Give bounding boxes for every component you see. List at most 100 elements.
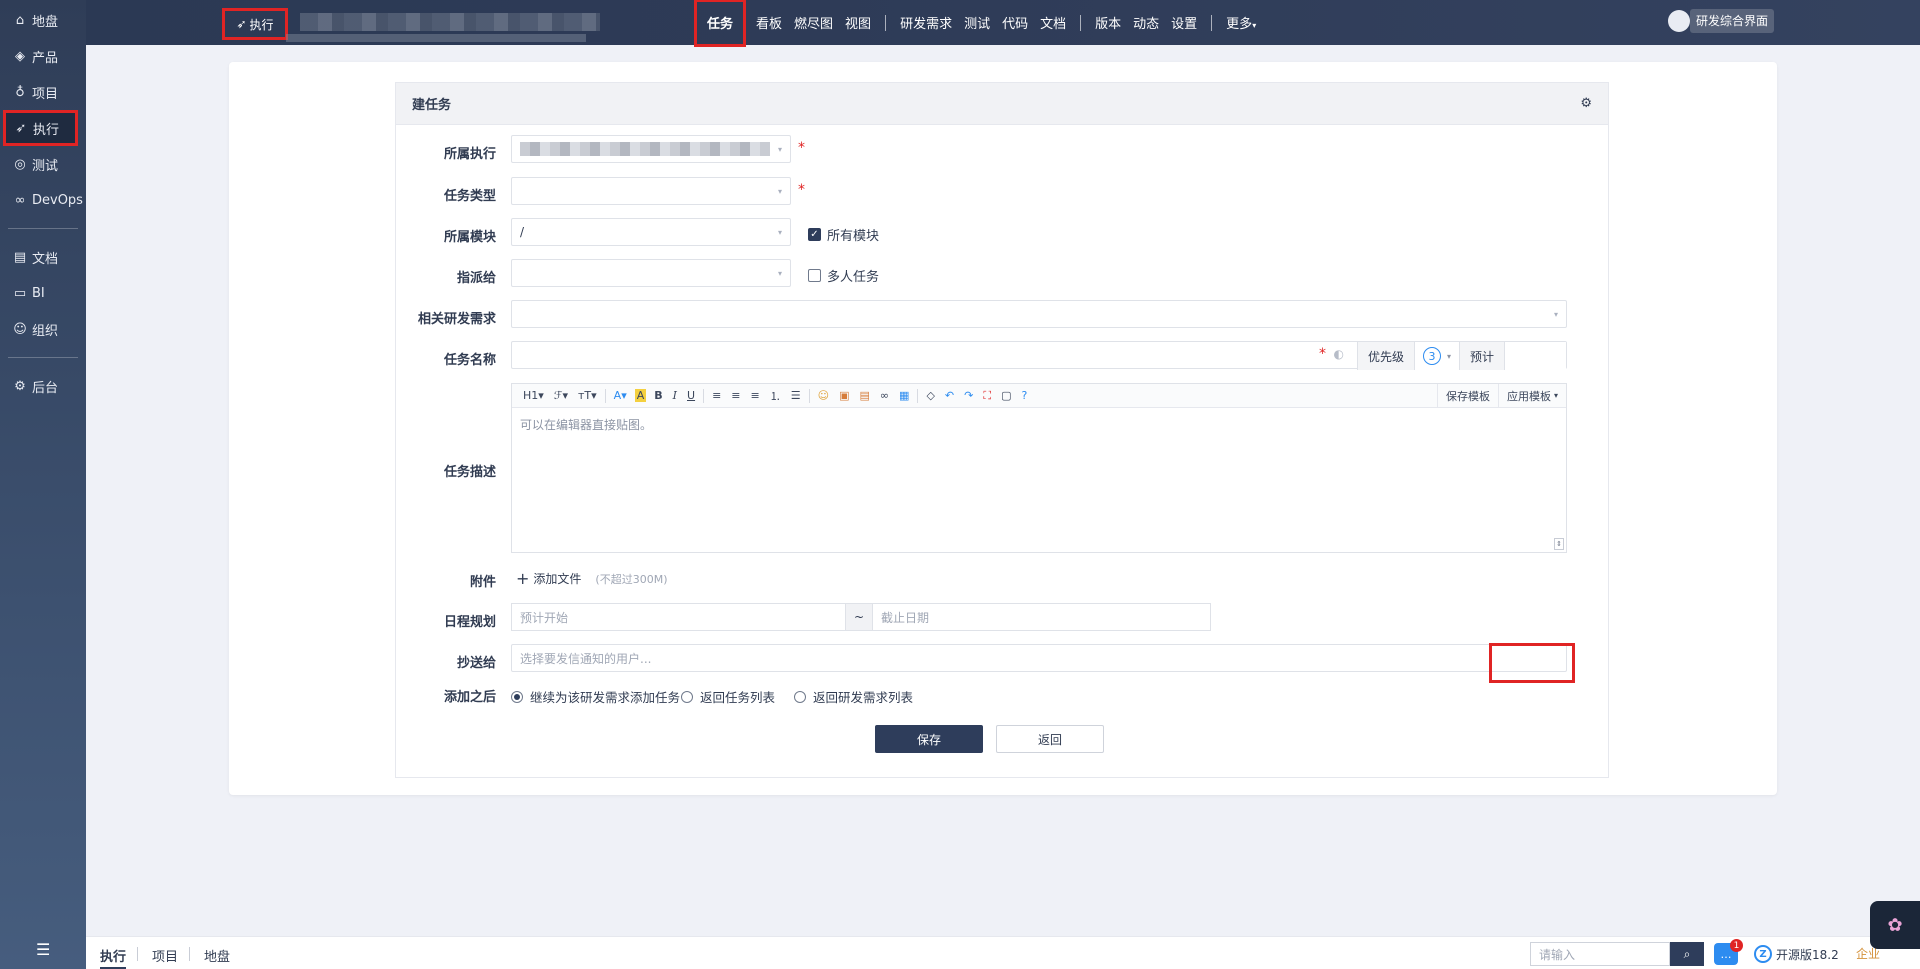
emoji-icon[interactable]: ☺ — [813, 389, 834, 402]
palette-icon[interactable]: ◐ — [1334, 347, 1344, 361]
font-size-button[interactable]: тT▾ — [573, 389, 602, 402]
version-info[interactable]: Z 开源版18.2 — [1754, 945, 1839, 963]
ordered-list-icon[interactable]: ⒈ — [765, 388, 786, 404]
underline-icon[interactable]: U — [682, 389, 700, 402]
footer-search-input[interactable]: 请输入 — [1530, 942, 1670, 966]
nav-build[interactable]: 版本 — [1089, 13, 1127, 32]
search-icon[interactable]: ⌕ — [1670, 942, 1704, 966]
product-icon: ◈ — [15, 48, 25, 64]
apply-template-button[interactable]: 应用模板 ▾ — [1497, 383, 1566, 408]
task-type-select[interactable]: ▾ — [511, 177, 791, 205]
save-template-button[interactable]: 保存模板 — [1436, 383, 1498, 408]
table-icon[interactable]: ▦ — [894, 389, 914, 402]
save-button[interactable]: 保存 — [875, 725, 983, 753]
bold-icon[interactable]: B — [649, 389, 667, 402]
estimate-input[interactable] — [1504, 342, 1566, 370]
nav-task[interactable]: 任务 — [694, 0, 747, 47]
align-center-icon[interactable]: ≡ — [726, 389, 745, 402]
after-option-continue[interactable]: 继续为该研发需求添加任务 — [511, 687, 680, 706]
after-option-task-list[interactable]: 返回任务列表 — [681, 687, 775, 706]
assign-select[interactable]: ▾ — [511, 259, 791, 287]
resize-handle-icon[interactable]: ⇕ — [1554, 538, 1564, 550]
end-date-input[interactable]: 截止日期 — [873, 604, 1206, 630]
eraser-icon[interactable]: ◇ — [921, 389, 939, 402]
check-icon: ✓ — [808, 228, 821, 241]
cc-select[interactable]: 选择要发信通知的用户... — [511, 644, 1491, 672]
footer-tab-project[interactable]: 项目 — [152, 946, 178, 965]
priority-label: 优先级 — [1356, 342, 1414, 370]
help-icon[interactable]: ? — [1016, 389, 1032, 402]
gear-icon[interactable]: ⚙ — [1580, 96, 1592, 111]
test-icon: ◎ — [14, 156, 26, 172]
bullet-list-icon[interactable]: ☰ — [786, 389, 806, 402]
chevron-down-icon: ▾ — [1446, 351, 1451, 361]
priority-select[interactable]: 3 ▾ — [1413, 342, 1459, 370]
priority-estimate-group: 优先级 3 ▾ 预计 — [1356, 342, 1566, 370]
task-name-input[interactable]: * ◐ 优先级 3 ▾ 预计 — [511, 341, 1567, 370]
image-icon[interactable]: ▣ — [834, 389, 854, 402]
sidebar-item-product[interactable]: ◈ 产品 — [0, 38, 86, 74]
nav-burndown[interactable]: 燃尽图 — [788, 13, 839, 32]
font-family-button[interactable]: ℱ▾ — [549, 389, 573, 402]
highlight-icon[interactable]: A — [634, 389, 647, 402]
apply-template-label: 应用模板 — [1506, 389, 1551, 403]
after-option-label: 返回任务列表 — [700, 690, 776, 705]
nav-kanban[interactable]: 看板 — [750, 13, 788, 32]
page-title: 建任务 — [412, 98, 452, 113]
sidebar-item-project[interactable]: ♁ 项目 — [0, 74, 86, 110]
nav-settings[interactable]: 设置 — [1165, 13, 1203, 32]
after-option-story-list[interactable]: 返回研发需求列表 — [794, 687, 913, 706]
nav-code[interactable]: 代码 — [996, 13, 1034, 32]
attach-label: 附件 — [469, 575, 496, 590]
execution-select[interactable]: ▾ — [511, 135, 791, 163]
nav-more[interactable]: 更多▾ — [1220, 13, 1262, 32]
chevron-down-icon: ▾ — [1252, 21, 1257, 30]
menu-toggle-icon[interactable]: ☰ — [36, 940, 50, 959]
start-date-input[interactable]: 预计开始 — [512, 604, 845, 630]
back-button[interactable]: 返回 — [996, 725, 1104, 753]
ai-assistant-icon[interactable]: ✿ — [1870, 901, 1920, 949]
chevron-down-icon: ▾ — [777, 228, 782, 237]
module-select[interactable]: / ▾ — [511, 218, 791, 246]
chevron-down-icon: ▾ — [777, 269, 782, 278]
sidebar-item-org[interactable]: ☺ 组织 — [0, 311, 86, 347]
nav-divider — [885, 14, 887, 31]
fullscreen-icon[interactable]: ⛶ — [978, 389, 996, 403]
sidebar-item-devops[interactable]: ∞ DevOps — [0, 182, 86, 218]
breadcrumb[interactable]: ➶ 执行 — [222, 8, 288, 40]
switch-interface-button[interactable]: 研发综合界面 — [1689, 9, 1774, 33]
add-file-button[interactable]: 添加文件 — [533, 570, 581, 587]
sidebar-item-bi[interactable]: ▭ BI — [0, 275, 86, 311]
sidebar-item-doc[interactable]: ▤ 文档 — [0, 239, 86, 275]
italic-icon[interactable]: I — [668, 389, 682, 402]
all-modules-checkbox[interactable]: ✓ 所有模块 — [808, 225, 879, 244]
redo-icon[interactable]: ↷ — [959, 389, 978, 402]
nav-dynamic[interactable]: 动态 — [1127, 13, 1165, 32]
flash-icon[interactable]: ▤ — [854, 389, 874, 402]
story-select[interactable]: ▾ — [511, 300, 1567, 328]
sidebar-item-admin[interactable]: ⚙ 后台 — [0, 368, 86, 404]
undo-icon[interactable]: ↶ — [940, 389, 959, 402]
sidebar-divider — [8, 357, 78, 358]
align-left-icon[interactable]: ≡ — [707, 389, 726, 402]
all-modules-label: 所有模块 — [827, 229, 880, 244]
multi-task-checkbox[interactable]: 多人任务 — [808, 266, 879, 285]
footer-tab-execution[interactable]: 执行 — [100, 946, 127, 969]
heading-button[interactable]: H1▾ — [518, 389, 549, 402]
project-icon: ♁ — [15, 84, 25, 100]
font-color-icon[interactable]: A▾ — [609, 389, 632, 402]
nav-doc[interactable]: 文档 — [1034, 13, 1072, 32]
sidebar-item-dashboard[interactable]: ⌂ 地盘 — [0, 2, 86, 38]
task-type-label: 任务类型 — [443, 189, 496, 204]
nav-story[interactable]: 研发需求 — [894, 13, 958, 32]
sidebar-item-test[interactable]: ◎ 测试 — [0, 146, 86, 182]
footer-tab-dashboard[interactable]: 地盘 — [204, 946, 230, 965]
create-task-panel: 建任务 ⚙ 所属执行 ▾ * 任务类型 ▾ * 所属模块 / ▾ ✓ 所有模块 指… — [395, 82, 1609, 778]
sidebar-item-execution[interactable]: ➶ 执行 — [3, 110, 78, 146]
nav-view[interactable]: 视图 — [839, 13, 877, 32]
source-code-icon[interactable]: ▢ — [996, 389, 1016, 402]
align-right-icon[interactable]: ≡ — [746, 389, 765, 402]
task-desc-editor[interactable]: H1▾ ℱ▾ тT▾ A▾ A B I U ≡ ≡ ≡ ⒈ ☰ ☺ ▣ ▤ ∞ — [511, 383, 1567, 553]
nav-test[interactable]: 测试 — [958, 13, 996, 32]
link-icon[interactable]: ∞ — [875, 389, 894, 402]
